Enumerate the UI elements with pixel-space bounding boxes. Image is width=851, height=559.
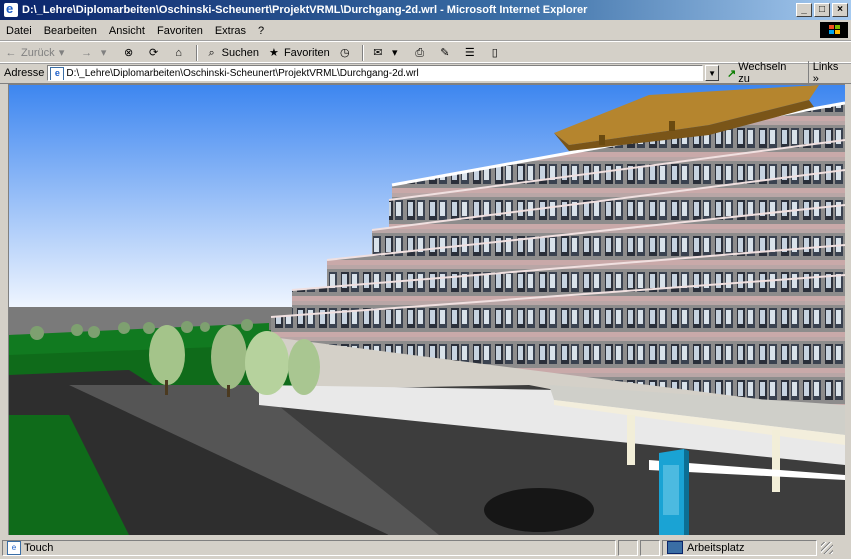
security-zone-panel: Arbeitsplatz bbox=[662, 539, 817, 556]
title-bar[interactable]: D:\_Lehre\Diplomarbeiten\Oschinski-Scheu… bbox=[0, 0, 851, 20]
close-button[interactable]: × bbox=[832, 3, 848, 17]
menu-ansicht[interactable]: Ansicht bbox=[103, 25, 151, 37]
menu-favoriten[interactable]: Favoriten bbox=[151, 25, 209, 37]
vrml-viewport[interactable] bbox=[8, 84, 845, 535]
status-bar: e Touch Arbeitsplatz bbox=[0, 536, 851, 559]
stop-button[interactable]: ⊗ bbox=[118, 43, 143, 62]
messenger-button[interactable]: ▯ bbox=[484, 43, 509, 62]
back-arrow-icon: ← bbox=[5, 46, 17, 59]
forward-button[interactable]: → ▾ bbox=[76, 43, 118, 62]
back-label: Zurück bbox=[21, 46, 55, 59]
mail-button[interactable]: ✉ ▾ bbox=[367, 43, 409, 62]
window-controls: _ □ × bbox=[796, 3, 848, 17]
discuss-button[interactable]: ☰ bbox=[459, 43, 484, 62]
back-button[interactable]: ← Zurück ▾ bbox=[0, 43, 76, 62]
mail-icon: ✉ bbox=[373, 46, 383, 59]
links-label: Links bbox=[812, 61, 839, 73]
links-button[interactable]: Links » bbox=[807, 61, 851, 85]
history-button[interactable]: ◷ bbox=[334, 43, 359, 62]
go-button[interactable]: ↗ Wechseln zu bbox=[719, 61, 804, 85]
tree-shadow bbox=[484, 488, 594, 532]
favorites-label: Favoriten bbox=[283, 46, 330, 59]
history-icon: ◷ bbox=[339, 46, 350, 59]
chevron-down-icon: ▾ bbox=[392, 46, 398, 59]
status-panel bbox=[618, 539, 638, 556]
home-icon: ⌂ bbox=[175, 46, 182, 59]
address-input[interactable]: e D:\_Lehre\Diplomarbeiten\Oschinski-Sch… bbox=[47, 65, 704, 81]
edit-icon: ✎ bbox=[440, 46, 450, 59]
search-icon: ⌕ bbox=[208, 46, 215, 59]
windows-flag-icon bbox=[820, 22, 848, 38]
stop-icon: ⊗ bbox=[124, 46, 134, 59]
menu-datei[interactable]: Datei bbox=[0, 25, 38, 37]
edit-button[interactable]: ✎ bbox=[434, 43, 459, 62]
toolbar-separator bbox=[195, 44, 198, 61]
status-panel bbox=[640, 539, 660, 556]
chevron-down-icon: ▾ bbox=[58, 46, 65, 59]
zone-label: Arbeitsplatz bbox=[687, 541, 745, 554]
vrml-scene[interactable] bbox=[9, 85, 845, 535]
address-dropdown-button[interactable]: ▼ bbox=[705, 65, 719, 81]
favorites-button[interactable]: ★ Favoriten bbox=[263, 43, 334, 62]
discuss-icon: ☰ bbox=[464, 46, 475, 59]
toolbar-separator bbox=[361, 44, 364, 61]
page-icon: e bbox=[50, 67, 65, 80]
menu-bar: Datei Bearbeiten Ansicht Favoriten Extra… bbox=[0, 21, 851, 41]
ie-logo-icon[interactable] bbox=[4, 1, 18, 17]
chevron-down-icon: ▼ bbox=[708, 68, 717, 78]
chevron-down-icon: ▾ bbox=[100, 46, 107, 59]
info-column bbox=[659, 449, 689, 535]
resize-grip[interactable] bbox=[821, 541, 833, 554]
status-text-panel: e Touch bbox=[2, 539, 616, 556]
menu-bearbeiten[interactable]: Bearbeiten bbox=[38, 25, 103, 37]
print-button[interactable]: ⎙ bbox=[409, 43, 434, 62]
home-button[interactable]: ⌂ bbox=[168, 43, 193, 62]
go-arrow-icon: ↗ bbox=[727, 67, 737, 80]
page-icon: e bbox=[7, 540, 21, 555]
search-label: Suchen bbox=[221, 46, 259, 59]
maximize-button[interactable]: □ bbox=[814, 3, 830, 17]
address-value: D:\_Lehre\Diplomarbeiten\Oschinski-Scheu… bbox=[66, 67, 419, 79]
computer-icon bbox=[667, 541, 683, 554]
refresh-icon: ⟳ bbox=[149, 46, 159, 59]
status-text: Touch bbox=[24, 541, 54, 554]
menu-help[interactable]: ? bbox=[252, 25, 270, 37]
menu-extras[interactable]: Extras bbox=[209, 25, 252, 37]
print-icon: ⎙ bbox=[415, 46, 425, 59]
window-title: D:\_Lehre\Diplomarbeiten\Oschinski-Scheu… bbox=[22, 4, 588, 16]
search-button[interactable]: ⌕ Suchen bbox=[201, 43, 263, 62]
address-bar: Adresse e D:\_Lehre\Diplomarbeiten\Oschi… bbox=[0, 61, 851, 85]
minimize-button[interactable]: _ bbox=[796, 3, 812, 17]
ie-window: D:\_Lehre\Diplomarbeiten\Oschinski-Scheu… bbox=[0, 0, 851, 559]
go-label: Wechseln zu bbox=[738, 61, 787, 85]
address-label: Adresse bbox=[4, 67, 45, 79]
refresh-button[interactable]: ⟳ bbox=[143, 43, 168, 62]
favorites-icon: ★ bbox=[269, 46, 279, 59]
messenger-icon: ▯ bbox=[491, 46, 498, 59]
forward-arrow-icon: → bbox=[81, 46, 93, 59]
